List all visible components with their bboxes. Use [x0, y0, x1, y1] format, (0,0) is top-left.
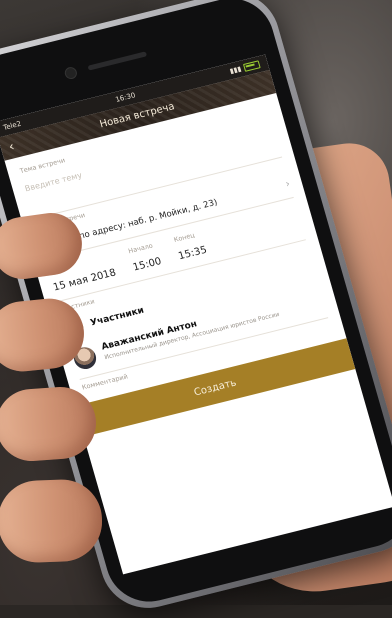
- clock: 16:30: [114, 91, 137, 104]
- date-field[interactable]: Дата 15 мая 2018: [48, 252, 118, 293]
- camera-icon: [63, 65, 79, 81]
- end-label: Конец: [172, 231, 196, 244]
- start-time-value[interactable]: 15:00: [132, 256, 163, 274]
- battery-icon: [242, 60, 261, 72]
- end-time-value[interactable]: 15:35: [177, 245, 208, 263]
- chevron-right-icon: ›: [284, 178, 292, 191]
- avatar: [71, 344, 99, 372]
- add-participant-plus-icon[interactable]: +: [63, 316, 86, 339]
- add-participants-label[interactable]: Участники: [89, 306, 145, 329]
- back-arrow-icon[interactable]: ‹: [7, 139, 16, 155]
- start-label: Начало: [127, 241, 154, 256]
- signal-icon: ▮▮▮: [228, 64, 243, 76]
- start-time-field[interactable]: Начало 15:00: [127, 241, 162, 274]
- speaker-grille: [87, 51, 148, 71]
- end-time-field[interactable]: Конец 15:35: [173, 229, 208, 262]
- carrier-label: Tele2: [2, 119, 23, 132]
